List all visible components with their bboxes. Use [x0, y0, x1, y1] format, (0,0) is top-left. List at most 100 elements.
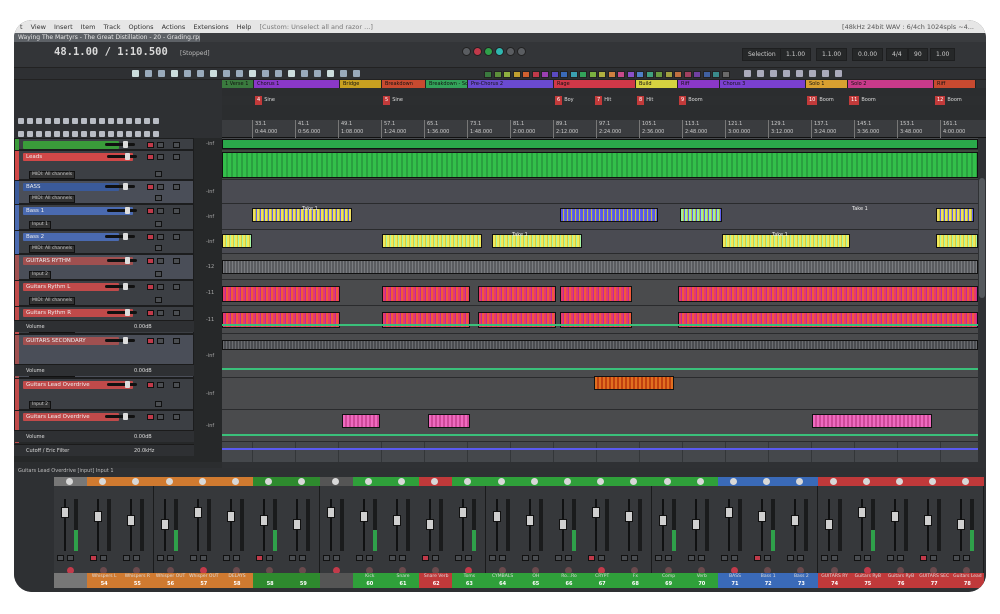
- marker-4[interactable]: 4 Sine: [254, 96, 275, 105]
- track-tool-icon[interactable]: [99, 118, 105, 124]
- marker-8[interactable]: 8 Hit: [636, 96, 653, 105]
- mute-button[interactable]: [147, 414, 154, 420]
- mute-button[interactable]: [887, 555, 894, 561]
- bass-clip[interactable]: [936, 208, 974, 222]
- solo-button[interactable]: [199, 555, 207, 561]
- color-swatch[interactable]: [484, 71, 492, 78]
- solo-button[interactable]: [157, 154, 164, 160]
- metronome-icon[interactable]: [197, 70, 204, 77]
- solo-button[interactable]: [157, 414, 164, 420]
- color-swatch[interactable]: [560, 71, 568, 78]
- marker-9[interactable]: 9 Boom: [678, 96, 703, 105]
- mixer-strip[interactable]: Comp 69: [651, 477, 686, 588]
- solo-button[interactable]: [432, 555, 440, 561]
- track-tool-icon[interactable]: [153, 131, 159, 137]
- io-button[interactable]: [155, 195, 162, 201]
- volume-fader[interactable]: [957, 519, 966, 530]
- volume-fader[interactable]: [559, 519, 567, 530]
- menu-insert[interactable]: Insert: [54, 23, 73, 31]
- region-10[interactable]: Solo 1: [806, 80, 848, 88]
- color-swatch[interactable]: [645, 71, 654, 78]
- lead-clip[interactable]: [594, 376, 674, 390]
- solo-button[interactable]: [67, 555, 74, 561]
- volume-fader[interactable]: [824, 519, 833, 530]
- solo-button[interactable]: [697, 555, 705, 561]
- color-swatch[interactable]: [550, 71, 559, 78]
- guitar-clip[interactable]: [478, 286, 556, 302]
- menu-track[interactable]: Track: [103, 23, 120, 31]
- color-swatch[interactable]: [712, 71, 720, 78]
- volume-fader[interactable]: [791, 515, 800, 526]
- region-12[interactable]: Riff: [934, 80, 976, 88]
- track-5[interactable]: GUITARS RYTHM Input 2: [14, 254, 194, 281]
- pan-knob[interactable]: [198, 478, 206, 485]
- fx-icon[interactable]: [770, 70, 777, 77]
- fader-handle[interactable]: [123, 233, 128, 240]
- region-6[interactable]: Rage: [554, 80, 636, 88]
- color-swatch[interactable]: [693, 71, 701, 78]
- color-swatch[interactable]: [531, 71, 540, 78]
- mute-button[interactable]: [256, 555, 264, 561]
- solo-button[interactable]: [157, 338, 164, 344]
- track-tool-icon[interactable]: [144, 118, 150, 124]
- color-swatch[interactable]: [702, 71, 711, 78]
- menu-item[interactable]: t: [20, 23, 23, 31]
- solo-button[interactable]: [157, 142, 164, 148]
- marker-7[interactable]: 7 Hit: [594, 96, 611, 105]
- menu-view[interactable]: View: [31, 23, 46, 31]
- mixer-icon[interactable]: [796, 70, 803, 77]
- mute-button[interactable]: [355, 555, 363, 561]
- plug-icon[interactable]: [809, 70, 816, 77]
- track-input[interactable]: Input 1: [29, 221, 51, 229]
- solo-button[interactable]: [897, 555, 904, 561]
- snap-icon[interactable]: [236, 70, 243, 77]
- save-icon[interactable]: [158, 70, 165, 77]
- volume-fader[interactable]: [592, 507, 601, 518]
- scroll-thumb[interactable]: [979, 178, 985, 298]
- menu-help[interactable]: Help: [237, 23, 252, 31]
- solo-button[interactable]: [399, 555, 406, 561]
- region-9[interactable]: Chorus 3: [720, 80, 806, 88]
- track-tool-icon[interactable]: [108, 118, 114, 124]
- track-tool-icon[interactable]: [45, 118, 51, 124]
- envelope-line[interactable]: [222, 368, 978, 370]
- solo-button[interactable]: [465, 555, 473, 561]
- waveform-clip[interactable]: [222, 260, 978, 274]
- mixer-strip[interactable]: Toms 63: [452, 477, 487, 588]
- routing-icon[interactable]: [783, 70, 790, 77]
- track-tool-icon[interactable]: [72, 118, 78, 124]
- fader-handle[interactable]: [123, 283, 128, 290]
- mute-button[interactable]: [147, 338, 154, 344]
- track-tool-icon[interactable]: [36, 131, 42, 137]
- fx-button[interactable]: [173, 234, 180, 240]
- solo-button[interactable]: [631, 555, 639, 561]
- pan-knob[interactable]: [398, 478, 405, 485]
- lead2-clip[interactable]: [428, 414, 470, 428]
- mute-button[interactable]: [123, 555, 131, 561]
- track-3[interactable]: Bass 1 Input 1: [14, 204, 194, 231]
- bass2-clip[interactable]: [382, 234, 482, 248]
- track-tool-icon[interactable]: [81, 131, 87, 137]
- pan-knob[interactable]: [730, 478, 737, 485]
- track-tool-icon[interactable]: [27, 118, 33, 124]
- track-volume-fader[interactable]: [105, 183, 135, 190]
- track-volume-fader[interactable]: [107, 207, 137, 214]
- track-volume-fader[interactable]: [105, 233, 135, 240]
- mute-button[interactable]: [721, 555, 728, 561]
- mixer-strip[interactable]: GUITARS RY 74: [817, 477, 852, 588]
- selection-end[interactable]: 1.1.00: [816, 48, 848, 61]
- mixer-strip[interactable]: Whispers L 54: [87, 477, 122, 588]
- fx-button[interactable]: [173, 310, 180, 316]
- track-input[interactable]: Input 2: [29, 401, 51, 409]
- mute-button[interactable]: [223, 555, 230, 561]
- color-swatch[interactable]: [579, 71, 587, 78]
- track-tool-icon[interactable]: [63, 118, 69, 124]
- arrange-view[interactable]: Take 1 Take 1 Take 1 Take 1: [222, 138, 978, 462]
- fx-button[interactable]: [173, 184, 180, 190]
- mixer-strip[interactable]: Fx 68: [618, 477, 653, 588]
- fx-button[interactable]: [173, 208, 180, 214]
- track-tool-icon[interactable]: [126, 118, 132, 124]
- solo-button[interactable]: [157, 184, 164, 190]
- selection-length[interactable]: 0.0.00: [852, 48, 884, 61]
- guitar-clip[interactable]: [678, 286, 978, 302]
